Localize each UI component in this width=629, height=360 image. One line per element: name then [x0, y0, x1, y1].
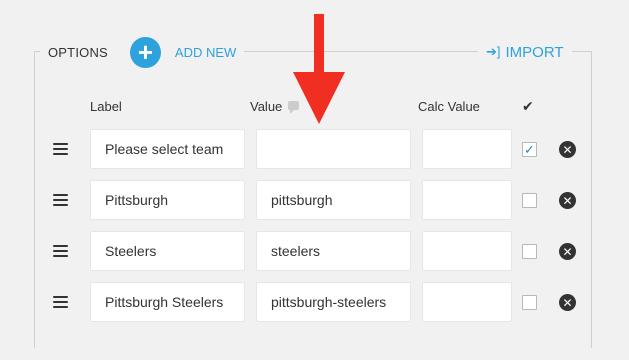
option-label-input[interactable]: Please select team	[90, 129, 245, 169]
import-link[interactable]: ➔] IMPORT	[478, 34, 572, 70]
column-header-calc-value: Calc Value	[418, 99, 480, 114]
delete-option-icon[interactable]: ✕	[559, 243, 576, 260]
option-calc-value-input[interactable]	[422, 231, 512, 271]
option-label-input[interactable]: Pittsburgh Steelers	[90, 282, 245, 322]
column-header-value: Value	[250, 99, 300, 114]
plus-icon: +	[137, 37, 154, 67]
option-selected-checkbox[interactable]	[522, 244, 537, 259]
option-value-input[interactable]: pittsburgh-steelers	[256, 282, 411, 322]
column-header-value-text: Value	[250, 99, 283, 114]
option-selected-checkbox[interactable]	[522, 193, 537, 208]
checkmark-icon: ✓	[524, 141, 535, 157]
option-row: Please select team ✓ ✕	[0, 129, 629, 169]
import-label: IMPORT	[505, 43, 564, 61]
drag-handle-icon[interactable]	[53, 194, 68, 206]
option-row: Pittsburgh Steelers pittsburgh-steelers ✕	[0, 282, 629, 322]
delete-option-icon[interactable]: ✕	[559, 192, 576, 209]
option-value-input[interactable]: pittsburgh	[256, 180, 411, 220]
option-label-input[interactable]: Steelers	[90, 231, 245, 271]
option-value-input[interactable]	[256, 129, 411, 169]
options-title: OPTIONS	[48, 44, 108, 60]
option-selected-checkbox[interactable]: ✓	[522, 142, 537, 157]
red-arrow-annotation	[293, 14, 345, 124]
option-label-input[interactable]: Pittsburgh	[90, 180, 245, 220]
drag-handle-icon[interactable]	[53, 296, 68, 308]
option-calc-value-input[interactable]	[422, 129, 512, 169]
option-row: Pittsburgh pittsburgh ✕	[0, 180, 629, 220]
sign-in-icon: ➔]	[486, 44, 501, 59]
option-value-input[interactable]: steelers	[256, 231, 411, 271]
add-new-button[interactable]: +	[129, 36, 161, 68]
column-header-selected: ✔	[522, 98, 534, 114]
option-row: Steelers steelers ✕	[0, 231, 629, 271]
drag-handle-icon[interactable]	[53, 245, 68, 257]
option-calc-value-input[interactable]	[422, 180, 512, 220]
arrow-head	[293, 72, 345, 124]
delete-option-icon[interactable]: ✕	[559, 294, 576, 311]
options-legend: OPTIONS + ADD NEW	[40, 34, 245, 70]
add-new-link[interactable]: ADD NEW	[175, 45, 236, 60]
drag-handle-icon[interactable]	[53, 143, 68, 155]
option-calc-value-input[interactable]	[422, 282, 512, 322]
arrow-shaft	[314, 14, 324, 76]
column-header-label: Label	[90, 99, 122, 114]
delete-option-icon[interactable]: ✕	[559, 141, 576, 158]
option-selected-checkbox[interactable]	[522, 295, 537, 310]
